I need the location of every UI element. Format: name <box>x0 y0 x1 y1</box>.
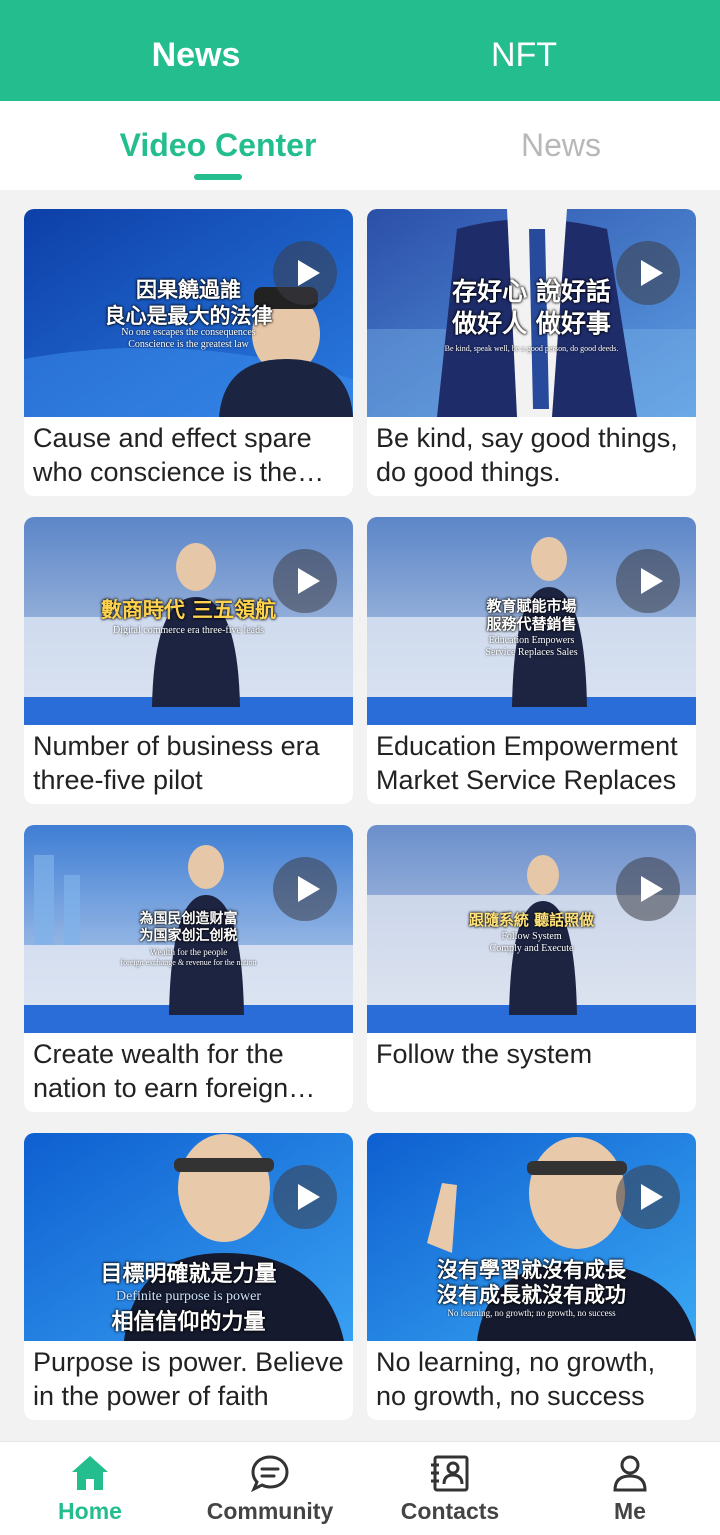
overlay-text-en: No one escapes the consequences <box>121 327 256 338</box>
video-card[interactable]: 因果饒過誰 良心是最大的法律 No one escapes the conseq… <box>24 209 353 496</box>
video-thumbnail[interactable]: 沒有學習就沒有成長 沒有成長就沒有成功 No learning, no grow… <box>367 1133 696 1341</box>
overlay-text-en: Follow System <box>501 931 562 942</box>
nav-contacts[interactable]: Contacts <box>370 1442 530 1535</box>
video-card[interactable]: 目標明確就是力量 Definite purpose is power 相信信仰的… <box>24 1133 353 1420</box>
sub-tab-bar: Video Center News <box>0 101 720 190</box>
nav-me[interactable]: Me <box>550 1442 710 1535</box>
overlay-text-zh: 目標明確就是力量 <box>100 1261 277 1287</box>
overlay-text-en: Definite purpose is power <box>115 1289 262 1304</box>
video-thumbnail[interactable]: 為国民创造财富 为国家创汇创税 Wealth for the people fo… <box>24 825 353 1033</box>
video-title[interactable]: Number of business era three-five pilot <box>33 729 347 797</box>
play-icon[interactable] <box>616 549 680 613</box>
video-title[interactable]: Education Empowerment Market Service Rep… <box>376 729 690 797</box>
nav-community-label: Community <box>206 1498 334 1524</box>
overlay-text-en: Be kind, speak well, be a good person, d… <box>444 344 619 353</box>
play-icon[interactable] <box>273 1165 337 1229</box>
nav-me-label: Me <box>614 1498 646 1524</box>
nav-home[interactable]: Home <box>10 1442 170 1535</box>
overlay-text-zh: 做好人 做好事 <box>452 309 611 338</box>
nav-community[interactable]: Community <box>190 1442 350 1535</box>
contacts-book-icon <box>431 1455 469 1492</box>
video-thumbnail[interactable]: 數商時代 三五領航 Digital commerce era three-fiv… <box>24 517 353 725</box>
video-thumbnail[interactable]: 目標明確就是力量 Definite purpose is power 相信信仰的… <box>24 1133 353 1341</box>
home-icon <box>72 1456 108 1490</box>
play-icon[interactable] <box>273 241 337 305</box>
video-card[interactable]: 沒有學習就沒有成長 沒有成長就沒有成功 No learning, no grow… <box>367 1133 696 1420</box>
video-title[interactable]: No learning, no growth, no growth, no su… <box>376 1345 690 1413</box>
overlay-text-zh: 服務代替銷售 <box>486 615 577 633</box>
chat-bubble-icon <box>251 1455 289 1492</box>
play-icon[interactable] <box>273 857 337 921</box>
video-card[interactable]: 存好心 說好話 做好人 做好事 Be kind, speak well, be … <box>367 209 696 496</box>
video-title[interactable]: Purpose is power. Believe in the power o… <box>33 1345 347 1413</box>
video-card[interactable]: 為国民创造财富 为国家创汇创税 Wealth for the people fo… <box>24 825 353 1112</box>
play-icon[interactable] <box>616 857 680 921</box>
tab-video-center[interactable]: Video Center <box>68 123 368 167</box>
nav-contacts-label: Contacts <box>400 1498 500 1524</box>
video-grid: 因果饒過誰 良心是最大的法律 No one escapes the conseq… <box>24 209 696 1429</box>
video-thumbnail[interactable]: 教育賦能市場 服務代替銷售 Education Empowers Service… <box>367 517 696 725</box>
overlay-text-zh: 为国家创汇创税 <box>139 928 238 944</box>
video-title[interactable]: Be kind, say good things, do good things… <box>376 421 690 489</box>
video-title[interactable]: Create wealth for the nation to earn for… <box>33 1037 347 1105</box>
person-icon <box>613 1455 647 1492</box>
video-thumbnail[interactable]: 因果饒過誰 良心是最大的法律 No one escapes the conseq… <box>24 209 353 417</box>
video-title[interactable]: Follow the system <box>376 1037 690 1071</box>
overlay-text-zh: 良心是最大的法律 <box>104 303 273 328</box>
video-card[interactable]: 數商時代 三五領航 Digital commerce era three-fiv… <box>24 517 353 804</box>
video-card[interactable]: 跟隨系統 聽話照做 Follow System Comply and Execu… <box>367 825 696 1112</box>
overlay-text-en: Comply and Execute <box>489 943 574 954</box>
top-tab-news[interactable]: News <box>76 30 316 80</box>
video-thumbnail[interactable]: 跟隨系統 聽話照做 Follow System Comply and Execu… <box>367 825 696 1033</box>
video-card[interactable]: 教育賦能市場 服務代替銷售 Education Empowers Service… <box>367 517 696 804</box>
top-tab-nft[interactable]: NFT <box>404 30 644 80</box>
overlay-text-zh: 沒有學習就沒有成長 <box>437 1257 626 1282</box>
overlay-text-en: Service Replaces Sales <box>485 647 578 658</box>
overlay-text-en: No learning, no growth; no growth, no su… <box>447 1308 616 1318</box>
overlay-text-zh: 沒有成長就沒有成功 <box>437 1282 626 1307</box>
overlay-text-en: Education Empowers <box>488 635 575 646</box>
bottom-navigation: Home Community Contacts Me <box>0 1441 720 1535</box>
top-header: News NFT <box>0 0 720 101</box>
video-title[interactable]: Cause and effect spare who conscience is… <box>33 421 347 489</box>
tab-news[interactable]: News <box>411 123 711 167</box>
overlay-text-en: Digital commerce era three-five leads <box>112 625 265 636</box>
active-tab-indicator <box>194 174 242 180</box>
play-icon[interactable] <box>616 241 680 305</box>
play-icon[interactable] <box>273 549 337 613</box>
overlay-text-zh: 相信信仰的力量 <box>111 1309 266 1335</box>
overlay-text-en: Conscience is the greatest law <box>128 339 249 350</box>
nav-home-label: Home <box>58 1498 122 1524</box>
video-thumbnail[interactable]: 存好心 說好話 做好人 做好事 Be kind, speak well, be … <box>367 209 696 417</box>
overlay-text-en: foreign exchange & revenue for the natio… <box>120 958 257 967</box>
play-icon[interactable] <box>616 1165 680 1229</box>
